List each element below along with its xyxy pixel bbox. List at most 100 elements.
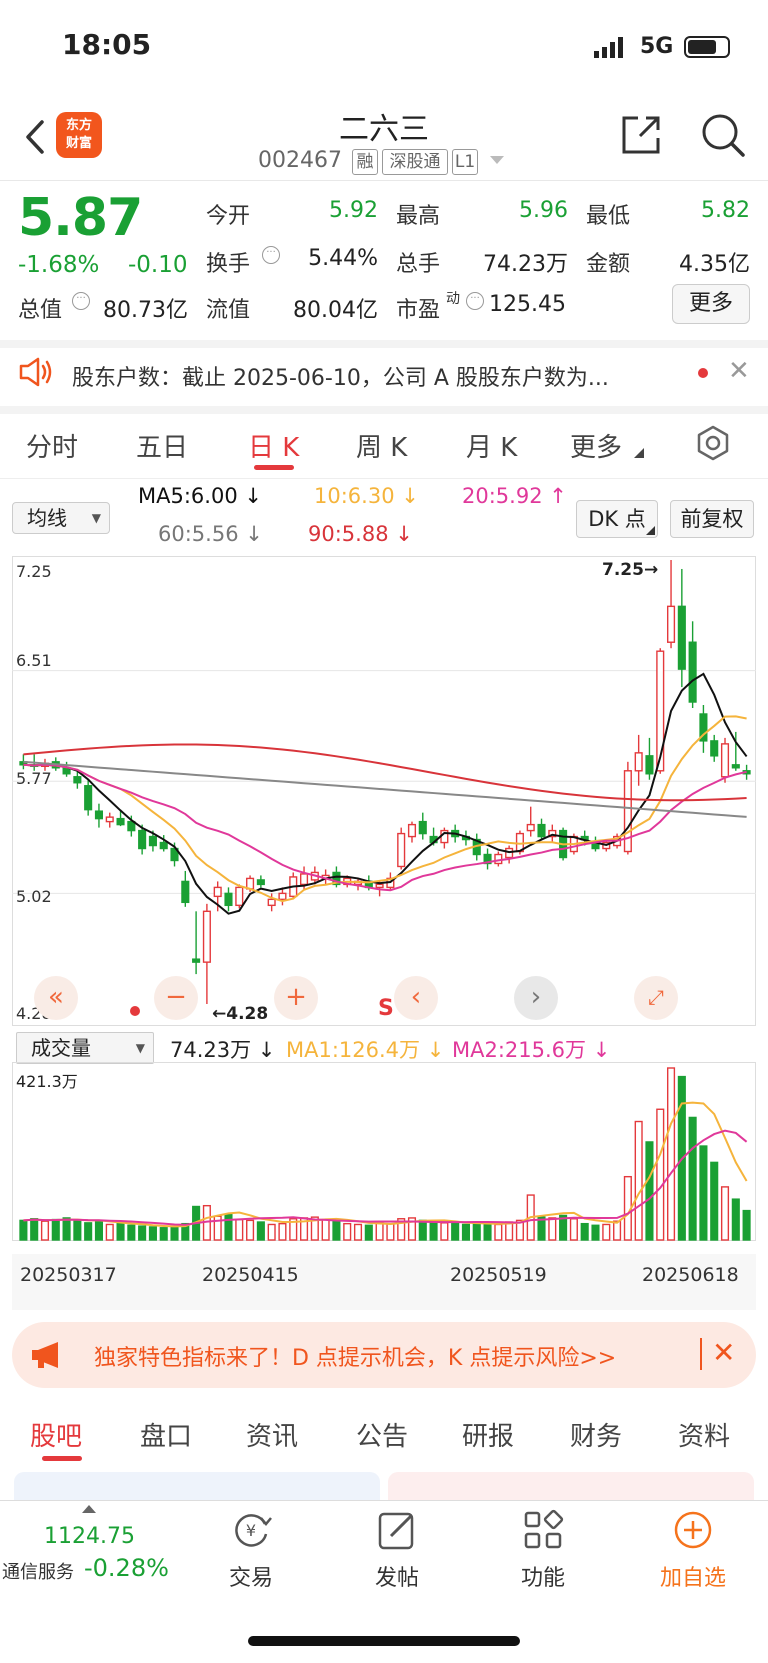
- volume-bar: [602, 1223, 611, 1241]
- volume-bar: [19, 1219, 28, 1241]
- index-value[interactable]: 1124.75: [44, 1524, 135, 1549]
- candle-body: [202, 910, 211, 963]
- pe-label: 市盈: [396, 298, 441, 323]
- volume-bar: [386, 1222, 395, 1241]
- high-value: 5.96: [519, 198, 568, 223]
- tab-profile[interactable]: 资料: [678, 1416, 730, 1453]
- status-time: 18:05: [62, 28, 152, 61]
- change-amount: -0.10: [128, 252, 188, 278]
- volume-bar: [127, 1224, 136, 1241]
- tab-monthly-k[interactable]: 月 K: [466, 427, 517, 464]
- divider: [0, 406, 768, 414]
- volume-bar: [138, 1225, 147, 1241]
- volume-bar: [30, 1218, 39, 1241]
- volume-bar: [235, 1218, 244, 1241]
- candle-body: [256, 879, 265, 886]
- ma5-value: MA5:6.00 ↓: [138, 484, 262, 508]
- trade-icon: ¥: [235, 1514, 272, 1547]
- more-button[interactable]: 更多: [672, 284, 750, 324]
- level-tag: L1: [452, 149, 478, 175]
- turnover-label: 换手: [206, 252, 251, 277]
- index-name[interactable]: 通信服务: [2, 1558, 74, 1584]
- indicator-select[interactable]: 均线 ▼: [12, 502, 110, 534]
- volume-label: 总手: [396, 252, 441, 277]
- volume-bar: [40, 1220, 50, 1241]
- volume-bar: [645, 1141, 654, 1241]
- nav-post[interactable]: 发帖: [352, 1508, 442, 1591]
- max-price-label: 7.25→: [602, 560, 659, 580]
- candle-body: [192, 958, 201, 963]
- tab-weekly-k[interactable]: 周 K: [356, 427, 407, 464]
- tab-announcements[interactable]: 公告: [356, 1416, 408, 1453]
- candle-body: [224, 892, 233, 907]
- pe-dynamic-mark: 动: [446, 291, 460, 307]
- tab-five-day[interactable]: 五日: [136, 427, 188, 464]
- notice-text[interactable]: 股东户数：截止 2025-06-10，公司 A 股股东户数为...: [72, 360, 682, 392]
- prev-button[interactable]: ‹: [394, 976, 438, 1020]
- info-icon[interactable]: ···: [262, 246, 280, 264]
- candle-body: [84, 785, 93, 811]
- open-value: 5.92: [329, 198, 378, 223]
- volume-bar: [461, 1223, 471, 1241]
- volume-bar: [256, 1221, 265, 1241]
- close-icon[interactable]: ✕: [712, 1336, 735, 1369]
- stock-code: 002467: [258, 148, 342, 173]
- index-change[interactable]: -0.28%: [84, 1554, 169, 1582]
- volume-chart: [12, 1062, 756, 1241]
- current-price: 5.87: [18, 188, 143, 248]
- divider: [700, 1338, 702, 1370]
- next-button[interactable]: ›: [514, 976, 558, 1020]
- gear-icon[interactable]: [694, 424, 732, 462]
- marker-dot: [130, 1006, 140, 1016]
- scroll-left-button[interactable]: «: [34, 976, 78, 1020]
- volume-bar: [332, 1220, 341, 1241]
- open-label: 今开: [206, 204, 251, 229]
- tab-order-book[interactable]: 盘口: [140, 1416, 192, 1453]
- candle-body: [397, 832, 406, 868]
- promo-text[interactable]: 独家特色指标来了！D 点提示机会，K 点提示风险>>: [94, 1340, 616, 1372]
- zoom-out-button[interactable]: −: [154, 976, 198, 1020]
- zoom-in-button[interactable]: +: [274, 976, 318, 1020]
- adjust-button[interactable]: 前复权: [670, 500, 754, 538]
- nav-add-watchlist[interactable]: 加自选: [648, 1508, 738, 1591]
- candle-body: [73, 776, 82, 784]
- volume-ma2: MA2:215.6万 ↓: [452, 1038, 611, 1062]
- volume-bar: [548, 1217, 557, 1241]
- amount-label: 金额: [586, 252, 631, 277]
- content-card[interactable]: [14, 1472, 380, 1502]
- tab-news[interactable]: 资讯: [246, 1416, 298, 1453]
- low-label: 最低: [586, 204, 631, 229]
- tab-intraday[interactable]: 分时: [26, 427, 78, 464]
- search-button[interactable]: [700, 112, 746, 158]
- volume-bar: [224, 1213, 233, 1241]
- caret-down-icon[interactable]: [490, 156, 504, 166]
- share-button[interactable]: [618, 112, 664, 158]
- nav-functions[interactable]: 功能: [498, 1508, 588, 1591]
- candle-body: [105, 816, 114, 823]
- back-button[interactable]: [18, 112, 58, 162]
- ma20-value: 20:5.92 ↑: [462, 484, 567, 508]
- candle-body: [159, 841, 168, 850]
- info-icon[interactable]: ···: [72, 292, 90, 310]
- volume-ma1: MA1:126.4万 ↓: [286, 1038, 445, 1062]
- battery-icon: [684, 36, 730, 58]
- tab-guba[interactable]: 股吧: [30, 1416, 82, 1453]
- tab-more[interactable]: 更多: [570, 427, 622, 464]
- info-icon[interactable]: ···: [466, 292, 484, 310]
- fullscreen-button[interactable]: ⤢: [634, 976, 678, 1020]
- candle-body: [526, 823, 535, 832]
- candle-body: [677, 605, 686, 670]
- sell-marker: S: [378, 996, 394, 1021]
- content-card[interactable]: [388, 1472, 754, 1502]
- kline-chart[interactable]: [12, 556, 756, 1026]
- volume-bar: [51, 1218, 60, 1241]
- nav-trade[interactable]: ¥ 交易: [206, 1508, 296, 1591]
- volume-indicator-select[interactable]: 成交量 ▼: [16, 1032, 154, 1064]
- signal-icon: [594, 37, 623, 58]
- volume-bar: [656, 1108, 665, 1241]
- volume-bar: [440, 1222, 449, 1241]
- tab-research[interactable]: 研报: [462, 1416, 514, 1453]
- close-icon[interactable]: ✕: [728, 356, 750, 386]
- tab-daily-k[interactable]: 日 K: [248, 427, 299, 464]
- tab-finance[interactable]: 财务: [570, 1416, 622, 1453]
